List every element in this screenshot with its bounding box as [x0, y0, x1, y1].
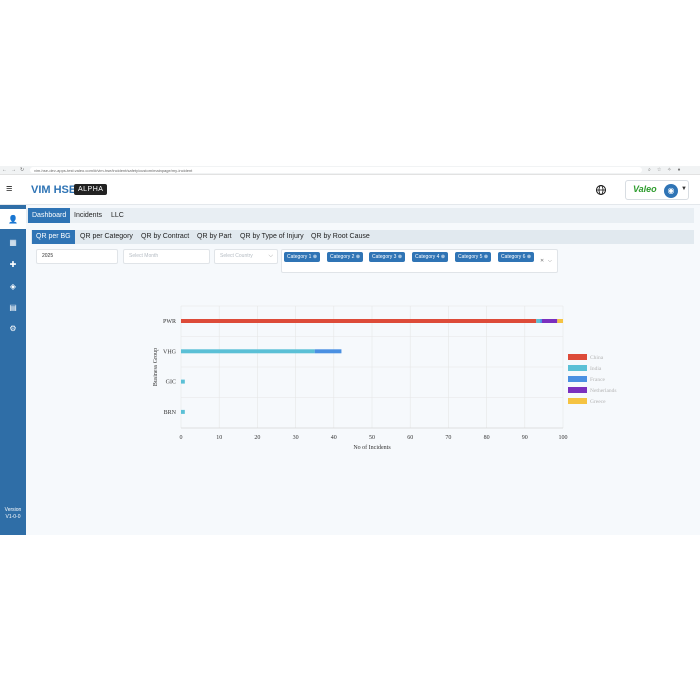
- sidebar: 👤 ▦ ✚ ◈ ▤ ⚙ Version V1-0-0: [0, 205, 26, 535]
- category-chip[interactable]: Category 3 ⊗: [369, 252, 406, 262]
- users-gear-icon: ⚙: [9, 323, 17, 333]
- browser-extensions: ⌕ ☆ ✧ ●: [642, 167, 681, 173]
- hamburger-menu-icon[interactable]: ≡: [6, 184, 12, 195]
- main-tabs: Dashboard Incidents LLC: [26, 208, 694, 223]
- country-select[interactable]: Select Country ⌵: [214, 249, 278, 264]
- tab-qr-per-category[interactable]: QR per Category: [76, 230, 137, 244]
- reload-icon[interactable]: ↻: [20, 167, 24, 173]
- back-icon[interactable]: ←: [2, 167, 7, 173]
- clear-icon[interactable]: ✕: [540, 258, 544, 264]
- month-placeholder: Select Month: [129, 253, 159, 259]
- url-text: vim-hse-dev-apps-test.valeo.com/#/vim-hs…: [34, 167, 193, 173]
- version-label: Version: [4, 507, 22, 513]
- top-bar: ≡ VIM HSE ALPHA Valeo ◉ ▼: [0, 175, 700, 205]
- tab-qr-by-contract[interactable]: QR by Contract: [137, 230, 193, 244]
- browser-nav: ← → ↻: [0, 167, 30, 173]
- tab-qr-per-bg[interactable]: QR per BG: [32, 230, 75, 244]
- category-chip[interactable]: Category 2 ⊗: [327, 252, 364, 262]
- tab-dashboard[interactable]: Dashboard: [28, 208, 71, 223]
- forward-icon[interactable]: →: [11, 167, 16, 173]
- category-chip[interactable]: Category 6 ⊗: [498, 252, 535, 262]
- dropdown-icon[interactable]: ⌵: [548, 258, 552, 264]
- sidebar-item-users-gear[interactable]: ⚙: [0, 318, 26, 338]
- address-bar[interactable]: vim-hse-dev-apps-test.valeo.com/#/vim-hs…: [30, 167, 642, 173]
- document-icon: ▤: [9, 302, 17, 312]
- year-value: 2025: [42, 253, 54, 259]
- layers-icon: ◈: [9, 281, 17, 291]
- category-chip[interactable]: Category 1 ⊗: [284, 252, 321, 262]
- env-badge: ALPHA: [74, 184, 108, 195]
- sub-tabs: QR per BG QR per Category QR by Contract…: [31, 230, 694, 244]
- sidebar-item-building[interactable]: ▦: [0, 232, 26, 252]
- tab-incidents[interactable]: Incidents: [70, 208, 106, 223]
- chevron-down-icon[interactable]: ▼: [681, 186, 687, 192]
- zoom-icon[interactable]: ⌕: [648, 167, 651, 173]
- valeo-logo: Valeo: [633, 184, 657, 194]
- user-icon[interactable]: ◉: [664, 184, 678, 198]
- country-placeholder: Select Country: [220, 253, 253, 259]
- first-aid-icon: ✚: [9, 259, 17, 269]
- version-value: V1-0-0: [5, 514, 21, 520]
- category-chip[interactable]: Category 5 ⊗: [455, 252, 492, 262]
- tab-qr-by-part[interactable]: QR by Part: [193, 230, 236, 244]
- app-root: ≡ VIM HSE ALPHA Valeo ◉ ▼ 👤 ▦ ✚ ◈ ▤ ⚙ Ve…: [0, 175, 700, 535]
- sidebar-item-document[interactable]: ▤: [0, 297, 26, 317]
- sidebar-item-layers[interactable]: ◈: [0, 276, 26, 296]
- category-chip[interactable]: Category 4 ⊗: [412, 252, 449, 262]
- user-menu[interactable]: Valeo ◉ ▼: [625, 180, 689, 200]
- main-content: Dashboard Incidents LLC QR per BG QR per…: [26, 205, 700, 535]
- star-icon[interactable]: ☆: [657, 167, 661, 173]
- version-info: Version V1-0-0: [0, 507, 26, 521]
- user-settings-icon: 👤: [8, 214, 18, 224]
- profile-icon[interactable]: ●: [678, 167, 681, 173]
- tab-llc[interactable]: LLC: [107, 208, 128, 223]
- tab-qr-by-root-cause[interactable]: QR by Root Cause: [307, 230, 374, 244]
- sidebar-item-first-aid[interactable]: ✚: [0, 254, 26, 274]
- puzzle-icon[interactable]: ✧: [667, 167, 671, 173]
- month-select[interactable]: Select Month: [123, 249, 210, 264]
- year-select[interactable]: 2025: [36, 249, 118, 264]
- globe-icon[interactable]: [596, 185, 606, 195]
- tab-qr-by-type-of-injury[interactable]: QR by Type of Injury: [236, 230, 308, 244]
- chevron-down-icon: ⌵: [268, 253, 273, 259]
- sidebar-item-user-settings[interactable]: 👤: [0, 209, 26, 229]
- browser-toolbar: ← → ↻ vim-hse-dev-apps-test.valeo.com/#/…: [0, 166, 700, 175]
- building-icon: ▦: [9, 237, 17, 247]
- category-multiselect[interactable]: Category 1 ⊗ Category 2 ⊗ Category 3 ⊗ C…: [281, 249, 558, 273]
- app-title: VIM HSE: [31, 184, 77, 196]
